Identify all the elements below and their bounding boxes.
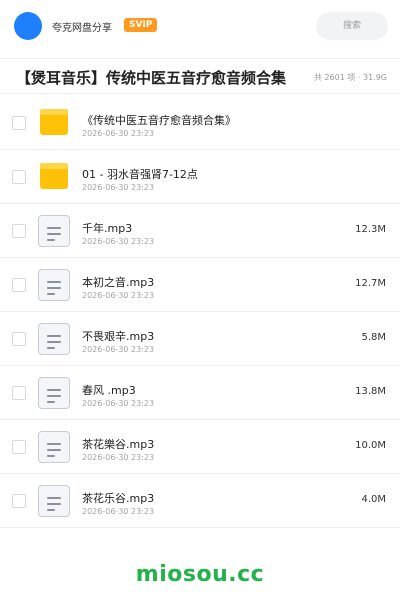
avatar[interactable]	[14, 12, 42, 40]
file-name[interactable]: 春风 .mp3	[82, 382, 136, 398]
file-size: 12.7M	[355, 278, 386, 289]
search-button[interactable]: 搜索	[316, 12, 388, 40]
file-row[interactable]: 不畏艰辛.mp3 2026-06-30 23:23 5.8M	[0, 312, 400, 366]
file-row[interactable]: 茶花乐谷.mp3 2026-06-30 23:23 4.0M	[0, 474, 400, 528]
folder-icon	[38, 107, 70, 139]
select-checkbox[interactable]	[12, 170, 26, 184]
file-date: 2026-06-30 23:23	[82, 453, 155, 462]
select-checkbox[interactable]	[12, 224, 26, 238]
share-title-bar: 【煲耳音乐】传统中医五音疗愈音频合集 共 2601 项 · 31.9G	[0, 58, 400, 94]
file-size: 5.8M	[361, 332, 386, 343]
file-date: 2026-06-30 23:23	[82, 507, 155, 516]
file-name[interactable]: 本初之音.mp3	[82, 274, 154, 290]
site-name: 夸克网盘分享	[52, 23, 112, 34]
audio-file-icon	[38, 377, 70, 409]
file-name[interactable]: 茶花乐谷.mp3	[82, 490, 154, 506]
select-checkbox[interactable]	[12, 116, 26, 130]
select-checkbox[interactable]	[12, 494, 26, 508]
footer-brand-watermark: miosou.cc	[135, 562, 265, 587]
file-row[interactable]: 本初之音.mp3 2026-06-30 23:23 12.7M	[0, 258, 400, 312]
file-size: 12.3M	[355, 224, 386, 235]
file-size: 10.0M	[355, 440, 386, 451]
file-row[interactable]: 茶花樂谷.mp3 2026-06-30 23:23 10.0M	[0, 420, 400, 474]
file-name[interactable]: 茶花樂谷.mp3	[82, 436, 154, 452]
file-row[interactable]: 《传统中医五音疗愈音频合集》 2026-06-30 23:23	[0, 96, 400, 150]
audio-file-icon	[38, 485, 70, 517]
file-size: 13.8M	[355, 386, 386, 397]
share-meta: 共 2601 项 · 31.9G	[313, 73, 387, 82]
audio-file-icon	[38, 269, 70, 301]
folder-icon	[38, 161, 70, 193]
file-name[interactable]: 01 - 羽水音强肾7-12点	[82, 166, 198, 182]
file-date: 2026-06-30 23:23	[82, 291, 155, 300]
file-row[interactable]: 春风 .mp3 2026-06-30 23:23 13.8M	[0, 366, 400, 420]
file-date: 2026-06-30 23:23	[82, 129, 155, 138]
file-date: 2026-06-30 23:23	[82, 183, 155, 192]
select-checkbox[interactable]	[12, 440, 26, 454]
audio-file-icon	[38, 431, 70, 463]
file-name[interactable]: 不畏艰辛.mp3	[82, 328, 154, 344]
file-list: 《传统中医五音疗愈音频合集》 2026-06-30 23:23 01 - 羽水音…	[0, 96, 400, 528]
select-checkbox[interactable]	[12, 332, 26, 346]
audio-file-icon	[38, 323, 70, 355]
svip-badge: SVIP	[124, 18, 158, 32]
file-size: 4.0M	[361, 494, 386, 505]
top-bar: 夸克网盘分享 SVIP 搜索	[0, 0, 400, 52]
share-title: 【煲耳音乐】传统中医五音疗愈音频合集	[16, 69, 287, 87]
file-date: 2026-06-30 23:23	[82, 345, 155, 354]
file-name[interactable]: 千年.mp3	[82, 220, 132, 236]
select-checkbox[interactable]	[12, 278, 26, 292]
file-date: 2026-06-30 23:23	[82, 237, 155, 246]
file-row[interactable]: 千年.mp3 2026-06-30 23:23 12.3M	[0, 204, 400, 258]
file-name[interactable]: 《传统中医五音疗愈音频合集》	[82, 112, 236, 128]
select-checkbox[interactable]	[12, 386, 26, 400]
file-date: 2026-06-30 23:23	[82, 399, 155, 408]
audio-file-icon	[38, 215, 70, 247]
file-row[interactable]: 01 - 羽水音强肾7-12点 2026-06-30 23:23	[0, 150, 400, 204]
